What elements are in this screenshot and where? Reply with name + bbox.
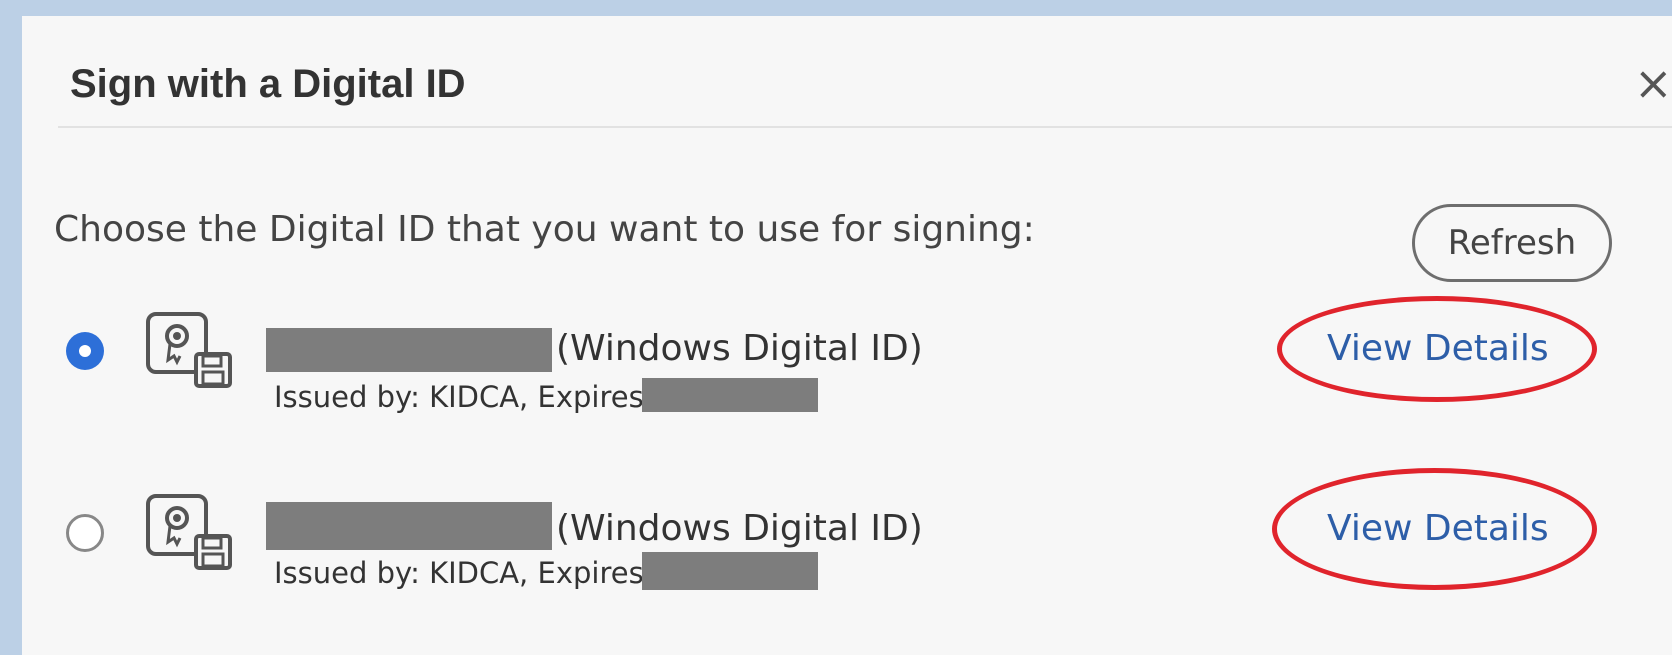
choose-id-prompt: Choose the Digital ID that you want to u… <box>54 209 1035 250</box>
redacted-expiry <box>642 378 818 412</box>
refresh-button[interactable]: Refresh <box>1412 204 1612 282</box>
dialog-title: Sign with a Digital ID <box>70 62 466 106</box>
sign-digital-id-dialog: Sign with a Digital ID × Choose the Digi… <box>22 16 1672 655</box>
redacted-id-name <box>266 502 552 550</box>
close-icon[interactable]: × <box>1634 60 1672 106</box>
id-issuer-label: Issued by: KIDCA, Expires: <box>274 556 654 590</box>
id-type-label: (Windows Digital ID) <box>556 508 923 549</box>
title-divider <box>58 126 1672 128</box>
certificate-icon <box>146 312 232 388</box>
redacted-id-name <box>266 328 552 372</box>
digital-id-row[interactable]: (Windows Digital ID) Issued by: KIDCA, E… <box>22 296 1672 426</box>
annotation-circle <box>1277 296 1597 402</box>
digital-id-radio-selected[interactable] <box>66 332 104 370</box>
certificate-icon <box>146 494 232 570</box>
digital-id-row[interactable]: (Windows Digital ID) Issued by: KIDCA, E… <box>22 468 1672 608</box>
id-type-label: (Windows Digital ID) <box>556 328 923 369</box>
id-issuer-label: Issued by: KIDCA, Expires: <box>274 380 654 414</box>
annotation-circle <box>1272 468 1597 590</box>
redacted-expiry <box>642 552 818 590</box>
digital-id-radio[interactable] <box>66 514 104 552</box>
